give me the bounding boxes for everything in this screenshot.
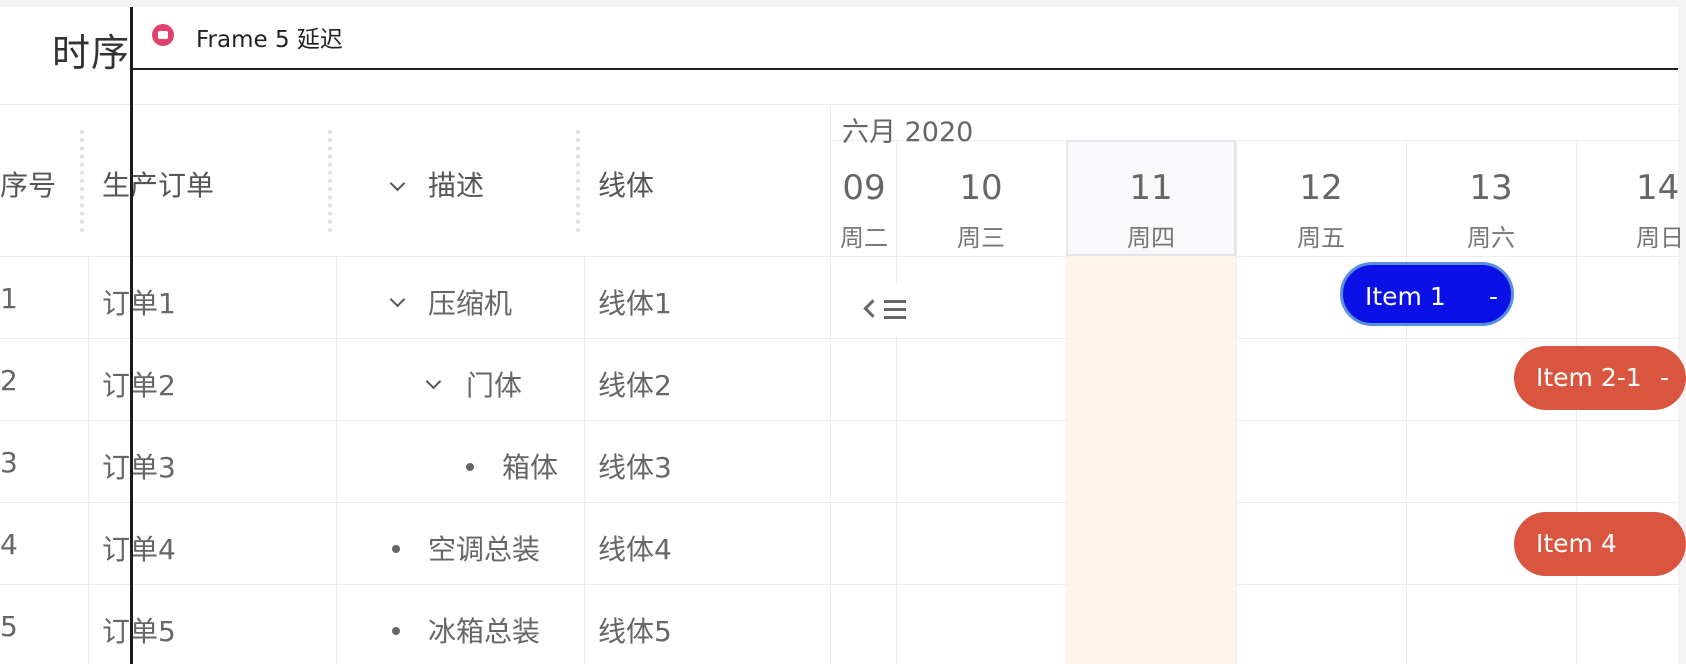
cell-line: 线体2 [598,369,672,402]
cell-desc: 压缩机 [428,287,513,320]
gantt-item-resize-handle[interactable]: - [1489,282,1498,311]
day-number: 10 [959,168,1003,208]
collapse-list-icon [884,300,906,319]
bullet-icon [392,545,400,553]
day-number: 13 [1469,168,1513,208]
column-header-index[interactable]: 序号 [0,164,56,204]
grid-line [0,104,1678,105]
cell-index: 3 [0,446,18,479]
window-title: Frame 5 延迟 [196,27,343,53]
column-header-line[interactable]: 线体 [598,164,654,204]
column-resize-handle[interactable] [576,130,580,232]
cell-index: 1 [0,282,18,315]
gantt-item-label: Item 1 [1365,282,1446,311]
bullet-icon [392,627,400,635]
cell-desc: 门体 [466,369,523,402]
cell-desc: 箱体 [502,451,559,484]
bullet-icon [466,463,474,471]
cell-line: 线体4 [598,533,672,566]
cell-line: 线体5 [598,615,672,648]
gantt-item[interactable]: Item 4 [1514,512,1686,576]
grid-line [336,256,337,664]
collapse-list-button[interactable] [832,284,942,336]
grid-line [830,104,831,664]
today-column-highlight [1066,256,1236,664]
window-titlebar[interactable] [132,7,1678,69]
day-weekday: 周四 [1127,224,1175,252]
cell-index: 2 [0,364,18,397]
column-header-order[interactable]: 生产订单 [102,164,214,204]
cell-order: 订单3 [102,451,176,484]
chevron-left-icon [863,299,882,318]
cell-order: 订单1 [102,287,176,320]
camera-icon [152,24,174,46]
day-weekday: 周日 [1636,224,1684,252]
grid-line [88,256,89,664]
day-number: 11 [1129,168,1173,208]
day-weekday: 周三 [957,224,1005,252]
column-resize-handle[interactable] [328,130,332,232]
gantt-item-resize-handle[interactable]: - [1660,363,1669,392]
cell-desc: 空调总装 [428,533,541,566]
column-resize-handle[interactable] [80,130,84,232]
grid-line [0,584,1678,585]
timeline-month: 六月 2020 [842,117,974,148]
day-number: 14 [1636,168,1680,208]
cell-index: 4 [0,528,18,561]
day-weekday: 周五 [1297,224,1345,252]
gantt-item[interactable]: Item 1 - [1340,262,1514,326]
cell-order: 订单5 [102,615,176,648]
cell-line: 线体1 [598,287,672,320]
day-weekday: 周六 [1467,224,1515,252]
gantt-item[interactable]: Item 2-1 - [1514,346,1686,410]
grid-line [0,502,1678,503]
grid-line [0,420,1678,421]
day-number: 09 [842,168,886,208]
grid-line [0,256,1678,257]
column-header-desc[interactable]: 描述 [428,164,484,204]
page-title: 时序 [52,31,131,75]
cell-desc: 冰箱总装 [428,615,541,648]
cell-line: 线体3 [598,451,672,484]
cell-order: 订单4 [102,533,176,566]
day-number: 12 [1299,168,1343,208]
screen: 时序 Frame 5 延迟 序号 生产订单 描述 线体 1 订单1 压缩机 线体… [0,0,1686,664]
day-weekday: 周二 [840,224,888,252]
grid-line [0,338,1678,339]
gantt-item-label: Item 4 [1536,529,1617,558]
window-left-border [130,7,133,664]
cell-index: 5 [0,610,18,643]
gantt-item-label: Item 2-1 [1536,363,1642,392]
grid-line [584,256,585,664]
cell-order: 订单2 [102,369,176,402]
window-top-border [132,68,1678,70]
